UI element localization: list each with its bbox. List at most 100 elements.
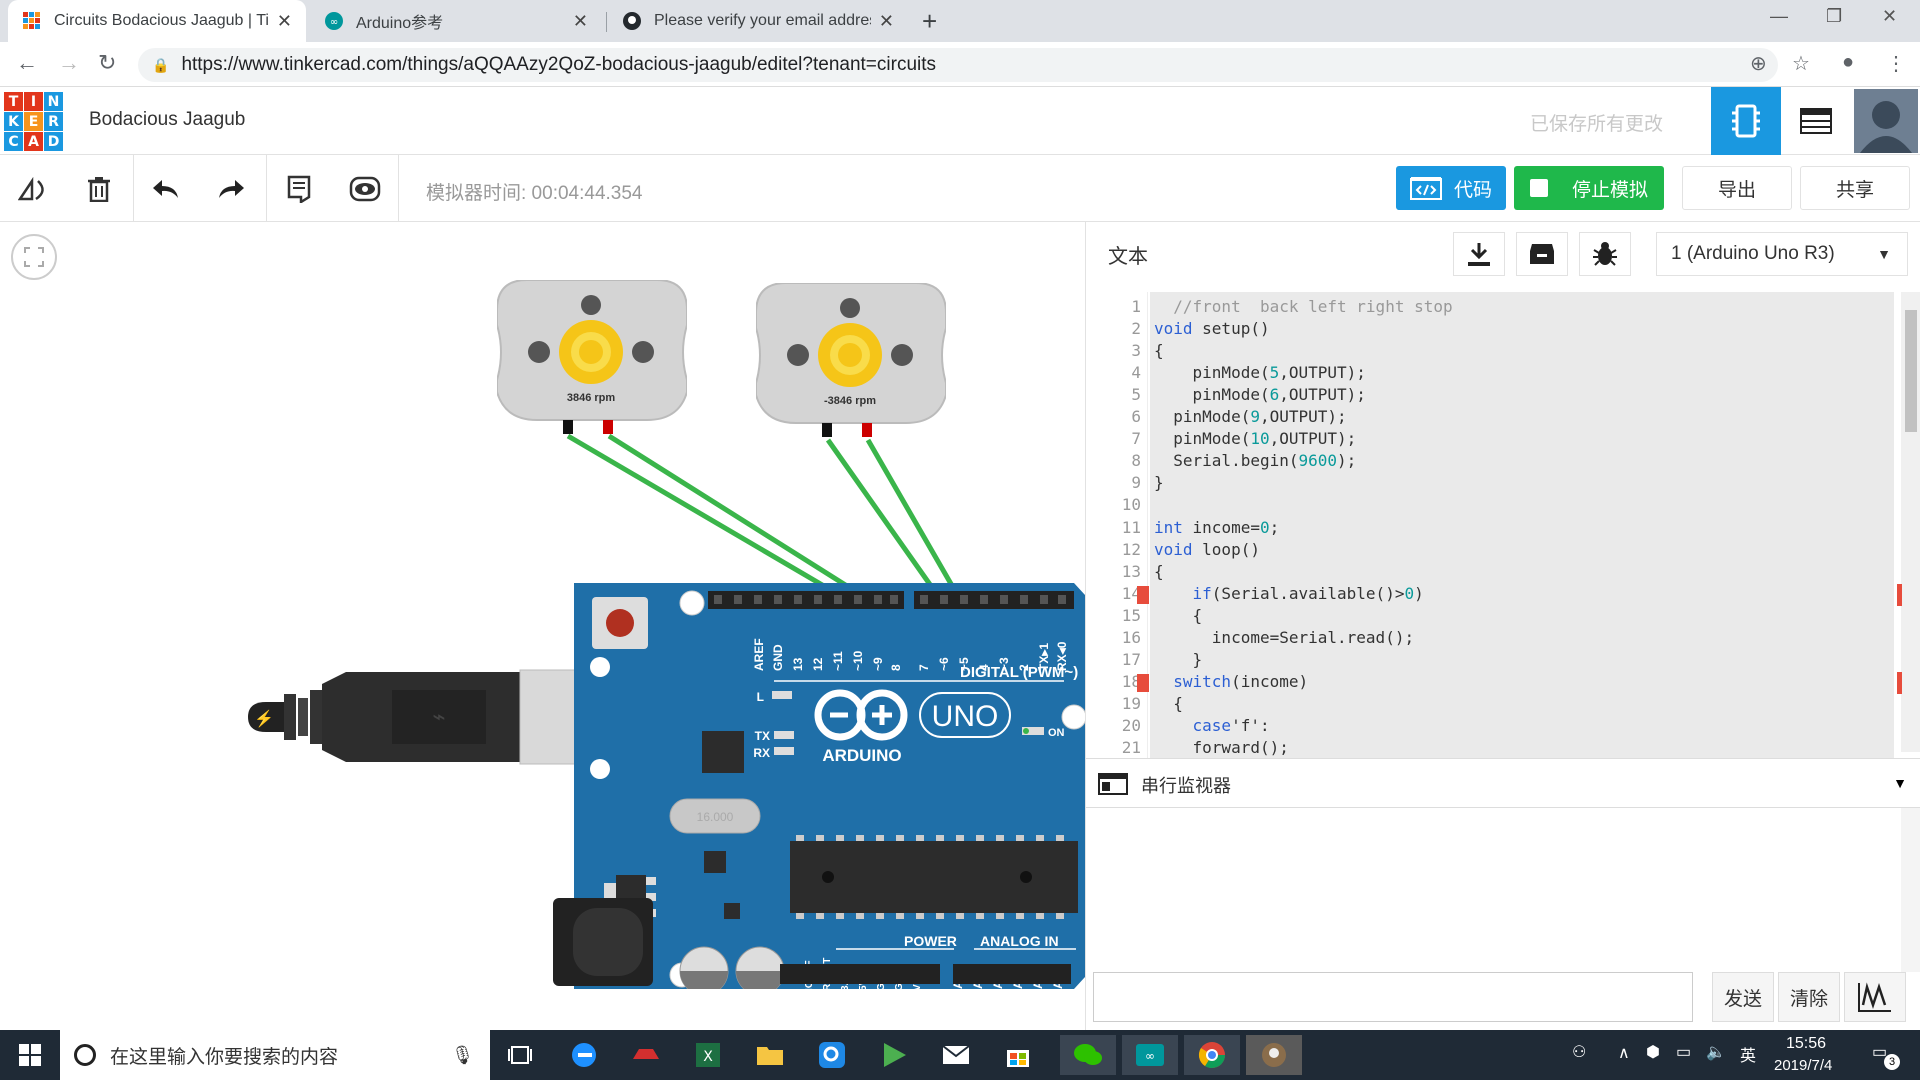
edge-app[interactable] <box>564 1035 604 1075</box>
debugger-button[interactable] <box>1579 232 1631 276</box>
game-app[interactable] <box>626 1035 666 1075</box>
code-line[interactable]: case'f': <box>1154 716 1270 735</box>
microphone-icon[interactable]: 🎙 <box>451 1045 474 1066</box>
code-button[interactable]: 代码 <box>1396 166 1506 210</box>
redo-button[interactable] <box>211 169 251 209</box>
code-line[interactable]: void loop() <box>1154 540 1260 559</box>
chrome-app[interactable] <box>1184 1035 1240 1075</box>
people-icon[interactable]: ⚇ <box>1572 1042 1586 1062</box>
battery-icon[interactable]: ▭ <box>1676 1042 1691 1062</box>
component-list-button[interactable] <box>1781 87 1851 155</box>
media-app[interactable] <box>874 1035 914 1075</box>
code-line[interactable]: { <box>1154 341 1164 360</box>
bookmark-star-icon[interactable]: ☆ <box>1792 51 1810 76</box>
editor-scrollbar[interactable] <box>1901 292 1920 752</box>
code-line[interactable]: { <box>1154 562 1164 581</box>
close-window-button[interactable]: ✕ <box>1882 6 1897 27</box>
code-line[interactable]: forward(); <box>1154 738 1289 757</box>
serial-input[interactable] <box>1093 972 1693 1022</box>
code-line[interactable]: income=Serial.read(); <box>1154 628 1414 647</box>
chevron-down-icon[interactable]: ▼ <box>1893 775 1907 791</box>
code-line[interactable]: pinMode(6,OUTPUT); <box>1154 385 1366 404</box>
arduino-app[interactable]: ∞ <box>1122 1035 1178 1075</box>
error-marker[interactable] <box>1137 673 1149 692</box>
tray-app-icon[interactable]: ⬢ <box>1646 1042 1660 1062</box>
tab-tinkercad[interactable]: Circuits Bodacious Jaagub | Tinkercad ✕ <box>8 0 306 42</box>
wire[interactable] <box>607 433 876 606</box>
new-tab-button[interactable]: + <box>922 6 937 37</box>
libraries-button[interactable] <box>1516 232 1568 276</box>
notes-button[interactable] <box>279 169 319 209</box>
back-button[interactable]: ← <box>16 50 38 76</box>
excel-app[interactable]: X <box>688 1035 728 1075</box>
code-line[interactable]: { <box>1154 606 1203 625</box>
tab-close-icon[interactable]: ✕ <box>879 11 894 32</box>
profile-icon[interactable]: ● <box>1842 51 1854 74</box>
code-line[interactable]: pinMode(5,OUTPUT); <box>1154 363 1366 382</box>
error-marker[interactable] <box>1137 585 1149 604</box>
forward-button[interactable]: → <box>58 50 80 76</box>
code-line[interactable]: void setup() <box>1154 319 1270 338</box>
board-select[interactable]: 1 (Arduino Uno R3) ▼ <box>1656 232 1908 276</box>
task-view-button[interactable] <box>500 1035 540 1075</box>
volume-mute-icon[interactable]: 🔈 <box>1706 1042 1726 1062</box>
serial-monitor-header[interactable]: 串行监视器 ▼ <box>1086 758 1920 808</box>
code-line[interactable]: } <box>1154 650 1203 669</box>
store-app[interactable] <box>998 1035 1038 1075</box>
url-field[interactable]: 🔒 https://www.tinkercad.com/things/aQQAA… <box>138 48 1778 82</box>
code-line[interactable]: //front back left right stop <box>1154 297 1452 316</box>
active-app[interactable] <box>1246 1035 1302 1075</box>
scrollbar-thumb[interactable] <box>1905 310 1917 432</box>
chevron-up-icon[interactable]: ∧ <box>1618 1043 1630 1063</box>
circuit-view-button[interactable] <box>1711 87 1781 155</box>
analog-header[interactable] <box>953 964 1071 984</box>
code-line[interactable]: { <box>1154 694 1183 713</box>
dc-power-jack[interactable] <box>553 898 663 990</box>
tinkercad-logo[interactable]: T I N K E R C A D <box>4 92 63 151</box>
serial-scrollbar[interactable] <box>1901 808 1920 972</box>
code-line[interactable]: int income=0; <box>1154 518 1279 537</box>
wechat-app[interactable] <box>1060 1035 1116 1075</box>
download-code-button[interactable] <box>1453 232 1505 276</box>
user-avatar[interactable] <box>1854 89 1918 153</box>
code-line[interactable]: Serial.begin(9600); <box>1154 451 1356 470</box>
stop-simulation-button[interactable]: 停止模拟 <box>1514 166 1664 210</box>
clock-time[interactable]: 15:56 <box>1786 1035 1826 1053</box>
code-line[interactable]: if(Serial.available()>0) <box>1154 584 1424 603</box>
share-button[interactable]: 共享 <box>1800 166 1910 210</box>
taskbar-search[interactable]: 在这里输入你要搜索的内容 🎙 <box>60 1030 490 1080</box>
code-line[interactable]: switch(income) <box>1154 672 1308 691</box>
ime-indicator[interactable]: 英 <box>1740 1042 1756 1066</box>
tab-close-icon[interactable]: ✕ <box>573 11 588 32</box>
code-line[interactable]: pinMode(9,OUTPUT); <box>1154 407 1346 426</box>
digital-header-right[interactable] <box>914 591 1074 609</box>
wire[interactable] <box>566 433 855 606</box>
wire[interactable] <box>825 438 946 605</box>
rotate-button[interactable] <box>14 169 54 209</box>
clear-button[interactable]: 清除 <box>1778 972 1840 1022</box>
wire[interactable] <box>865 438 965 605</box>
restore-button[interactable]: ❐ <box>1826 6 1842 27</box>
circuit-canvas[interactable]: 3846 rpm -3846 rpm ⚡ ⌁ AREF GND 13 12 ~1… <box>0 222 1085 1030</box>
minimize-button[interactable]: — <box>1770 6 1788 27</box>
undo-button[interactable] <box>146 169 186 209</box>
visibility-button[interactable] <box>345 169 385 209</box>
menu-icon[interactable]: ⋮ <box>1886 51 1906 76</box>
tab-arduino-reference[interactable]: ∞ Arduino参考 ✕ <box>310 0 602 42</box>
project-name[interactable]: Bodacious Jaagub <box>89 109 245 131</box>
start-button[interactable] <box>10 1035 50 1075</box>
power-header[interactable] <box>780 964 940 984</box>
mail-app[interactable] <box>936 1035 976 1075</box>
clock-date[interactable]: 2019/7/4 <box>1774 1057 1832 1074</box>
reload-button[interactable]: ↻ <box>98 50 116 76</box>
code-line[interactable]: } <box>1154 473 1164 492</box>
graph-button[interactable] <box>1844 972 1906 1022</box>
zoom-icon[interactable]: ⊕ <box>1750 51 1767 76</box>
send-button[interactable]: 发送 <box>1712 972 1774 1022</box>
tab-github-verify[interactable]: Please verify your email address ✕ <box>608 0 908 42</box>
reset-button[interactable] <box>606 609 634 637</box>
export-button[interactable]: 导出 <box>1682 166 1792 210</box>
code-line[interactable]: pinMode(10,OUTPUT); <box>1154 429 1356 448</box>
delete-button[interactable] <box>79 169 119 209</box>
file-explorer-app[interactable] <box>750 1035 790 1075</box>
